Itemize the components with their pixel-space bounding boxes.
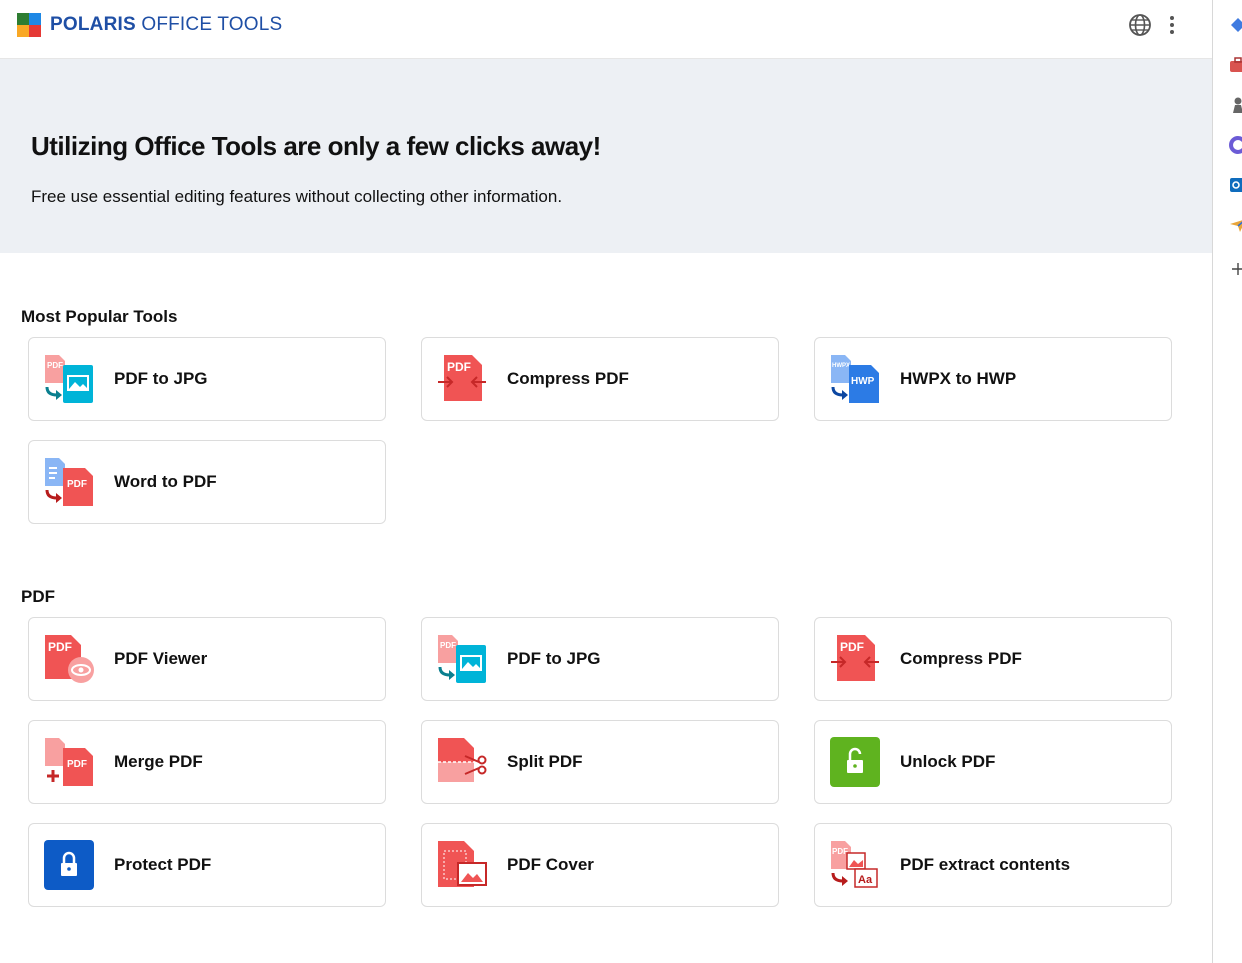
browser-side-panel (1212, 0, 1242, 963)
pdf-to-jpg-icon: PDF (45, 355, 93, 403)
pdf-viewer-icon: PDF (45, 635, 94, 683)
hero-subtitle: Free use essential editing features with… (31, 187, 563, 206)
polaris-logo[interactable]: POLARIS OFFICE TOOLS (17, 13, 282, 37)
pdf-badge-text: PDF (447, 360, 471, 374)
section-title-popular: Most Popular Tools (21, 307, 178, 326)
pdf-badge-text: PDF (67, 759, 87, 770)
unlock-pdf-icon (830, 737, 880, 787)
globe-icon[interactable] (1128, 13, 1152, 37)
paper-plane-icon[interactable] (1229, 216, 1242, 234)
pdf-badge-text: PDF (67, 479, 87, 490)
hwpx-to-hwp-icon: HWPX HWP (831, 355, 879, 403)
polaris-logo-icon (17, 13, 41, 37)
pdf-badge-text: PDF (832, 847, 848, 856)
pdf-extract-icon: PDF Aa (831, 841, 878, 888)
tool-card-compress-pdf[interactable]: PDF Compress PDF (814, 617, 1172, 701)
brand-name-light: OFFICE TOOLS (135, 14, 283, 35)
tool-card-pdf-viewer[interactable]: PDF PDF Viewer (28, 617, 386, 701)
section-title-pdf: PDF (21, 587, 55, 606)
chess-icon[interactable] (1229, 96, 1242, 114)
pdf-badge-text: PDF (840, 640, 864, 654)
brand-name-bold: POLARIS (50, 14, 136, 35)
pdf-badge-text: PDF (440, 641, 456, 650)
tool-label: PDF extract contents (900, 855, 1071, 874)
pdf-badge-text: PDF (47, 361, 63, 370)
copilot-icon[interactable] (1229, 16, 1242, 34)
tool-card-hwpx-to-hwp-popular[interactable]: HWPX HWP HWPX to HWP (814, 337, 1172, 421)
tool-card-pdf-extract-contents[interactable]: PDF Aa PDF extract contents (814, 823, 1172, 907)
tool-label: Unlock PDF (900, 752, 996, 771)
tool-label: Protect PDF (114, 855, 212, 874)
tool-card-protect-pdf[interactable]: Protect PDF (28, 823, 386, 907)
pdf-to-jpg-icon: PDF (438, 635, 486, 683)
pdf-cover-icon (438, 841, 487, 887)
brand-name: POLARIS OFFICE TOOLS (50, 14, 282, 36)
hwpx-badge-text: HWPX (832, 363, 850, 369)
tool-label: PDF to JPG (114, 369, 208, 388)
plus-icon[interactable] (1229, 260, 1242, 278)
top-header: POLARIS OFFICE TOOLS (0, 0, 1212, 59)
tool-label: Compress PDF (507, 369, 629, 388)
apps-icon[interactable] (1229, 136, 1242, 154)
word-to-pdf-icon: PDF (45, 458, 93, 506)
hero-banner: Utilizing Office Tools are only a few cl… (0, 59, 1212, 253)
tool-label: Compress PDF (900, 649, 1022, 668)
aa-badge-text: Aa (858, 874, 873, 886)
tool-card-pdf-cover[interactable]: PDF Cover (421, 823, 779, 907)
tool-card-word-to-pdf-popular[interactable]: PDF Word to PDF (28, 440, 386, 524)
tool-label: PDF Viewer (114, 649, 208, 668)
tool-label: Word to PDF (114, 472, 217, 491)
tool-card-pdf-to-jpg[interactable]: PDF PDF to JPG (421, 617, 779, 701)
tool-card-pdf-to-jpg-popular[interactable]: PDF PDF to JPG (28, 337, 386, 421)
tool-card-unlock-pdf[interactable]: Unlock PDF (814, 720, 1172, 804)
hero-title: Utilizing Office Tools are only a few cl… (31, 131, 601, 161)
tool-card-split-pdf[interactable]: Split PDF (421, 720, 779, 804)
merge-pdf-icon: PDF (45, 738, 93, 786)
compress-pdf-icon: PDF (831, 635, 879, 681)
split-pdf-icon (438, 738, 487, 782)
protect-pdf-icon (44, 840, 94, 890)
tool-label: PDF Cover (507, 855, 594, 874)
tool-label: PDF to JPG (507, 649, 601, 668)
hwp-badge-text: HWP (851, 376, 875, 387)
pdf-badge-text: PDF (48, 640, 72, 654)
compress-pdf-icon: PDF (438, 355, 486, 401)
tool-label: Merge PDF (114, 752, 203, 771)
tool-label: HWPX to HWP (900, 369, 1017, 388)
tool-label: Split PDF (507, 752, 583, 771)
more-vertical-icon[interactable] (1162, 13, 1182, 37)
tool-card-merge-pdf[interactable]: PDF Merge PDF (28, 720, 386, 804)
tool-card-compress-pdf-popular[interactable]: PDF Compress PDF (421, 337, 779, 421)
briefcase-icon[interactable] (1229, 56, 1242, 74)
outlook-icon[interactable] (1229, 176, 1242, 194)
